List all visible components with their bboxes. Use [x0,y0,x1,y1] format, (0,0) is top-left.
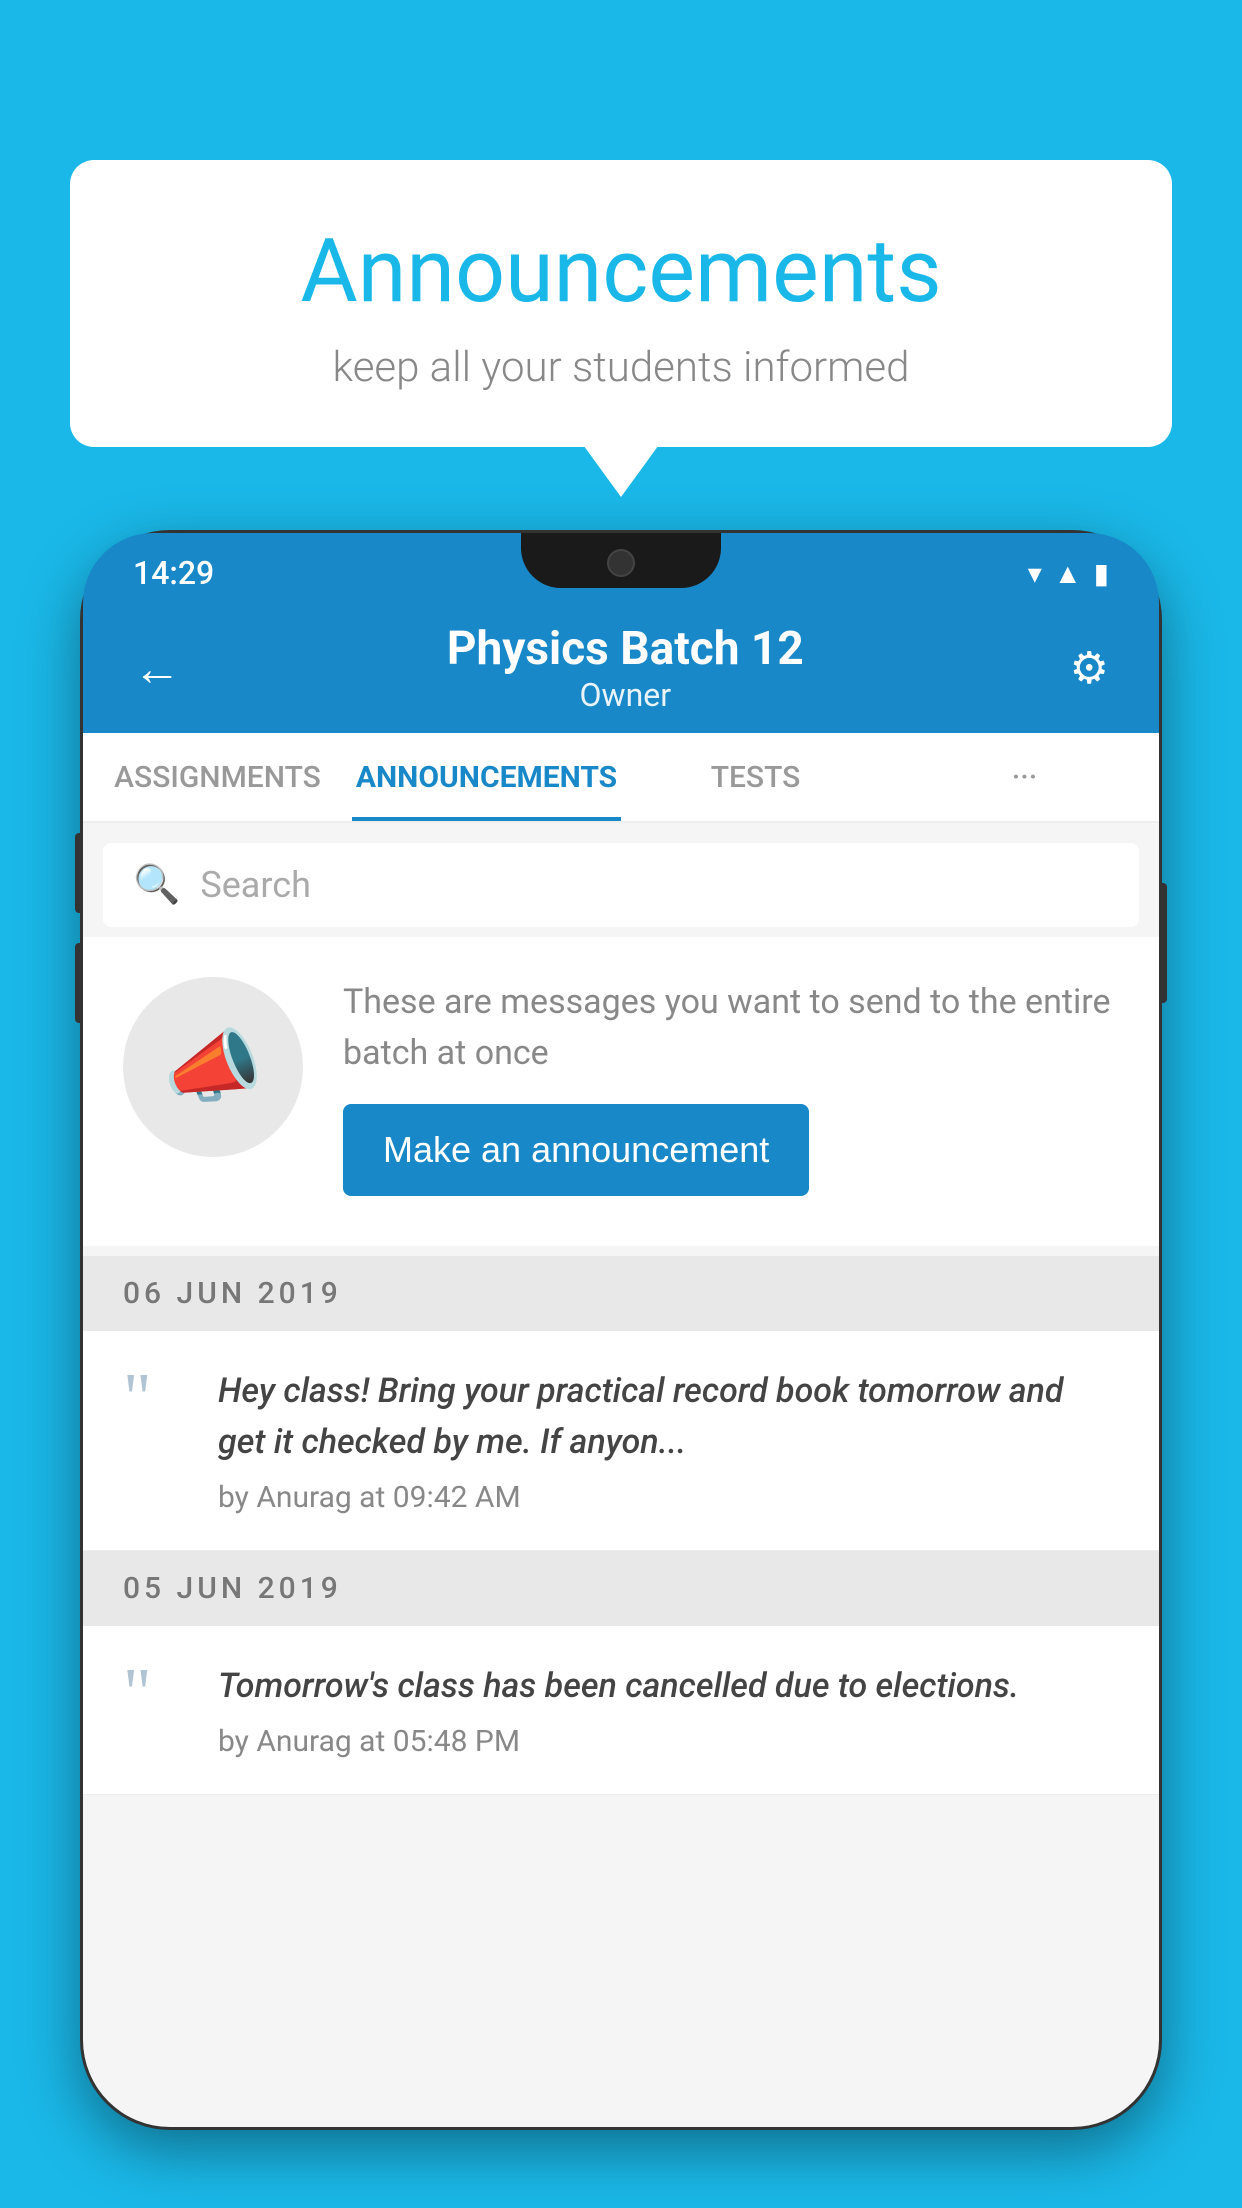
announcement-author-2: by Anurag at 05:48 PM [218,1724,1119,1759]
speech-bubble-section: Announcements keep all your students inf… [70,160,1172,447]
tab-tests[interactable]: TESTS [621,733,890,821]
search-placeholder: Search [200,864,311,906]
announcement-text-1: Hey class! Bring your practical record b… [218,1366,1119,1515]
speech-bubble-card: Announcements keep all your students inf… [70,160,1172,447]
app-bar-title-section: Physics Batch 12 Owner [181,622,1070,714]
search-bar[interactable]: 🔍 Search [103,843,1139,927]
content-area: 🔍 Search 📣 These are messages you want t… [83,823,1159,2127]
tab-assignments[interactable]: ASSIGNMENTS [83,733,352,821]
wifi-icon: ▾ [1028,557,1042,590]
quote-icon-2: " [123,1666,183,1722]
date-separator-2: 05 JUN 2019 [83,1551,1159,1626]
announcement-item-1[interactable]: " Hey class! Bring your practical record… [83,1331,1159,1551]
search-icon: 🔍 [133,863,180,907]
phone-mockup: 14:29 ▾ ▲ ▮ ← Physics Batch 12 Owner ⚙ A… [80,530,1162,2208]
phone-notch [521,533,721,588]
quote-icon-1: " [123,1371,183,1427]
announcement-prompt-right: These are messages you want to send to t… [343,977,1119,1196]
speech-bubble-title: Announcements [150,220,1092,323]
app-bar: ← Physics Batch 12 Owner ⚙ [83,603,1159,733]
volume-down-button [75,943,83,1023]
signal-icon: ▲ [1054,557,1082,590]
settings-button[interactable]: ⚙ [1070,642,1109,694]
tab-more[interactable]: ··· [890,733,1159,821]
back-button[interactable]: ← [133,640,181,697]
battery-icon: ▮ [1094,557,1109,590]
date-separator-1: 06 JUN 2019 [83,1256,1159,1331]
phone-frame: 14:29 ▾ ▲ ▮ ← Physics Batch 12 Owner ⚙ A… [80,530,1162,2130]
announcement-item-2[interactable]: " Tomorrow's class has been cancelled du… [83,1626,1159,1795]
announcement-text-2: Tomorrow's class has been cancelled due … [218,1661,1119,1759]
speech-bubble-subtitle: keep all your students informed [150,343,1092,392]
megaphone-icon: 📣 [163,1020,263,1114]
make-announcement-button[interactable]: Make an announcement [343,1104,809,1196]
app-bar-title: Physics Batch 12 [181,622,1070,676]
status-time: 14:29 [133,554,214,592]
power-button [1159,883,1167,1003]
front-camera [607,549,635,577]
app-bar-subtitle: Owner [181,676,1070,714]
volume-up-button [75,833,83,913]
announcement-message-1: Hey class! Bring your practical record b… [218,1366,1119,1468]
tab-announcements[interactable]: ANNOUNCEMENTS [352,733,621,821]
announcement-prompt-card: 📣 These are messages you want to send to… [83,937,1159,1246]
announcement-author-1: by Anurag at 09:42 AM [218,1480,1119,1515]
announcement-description: These are messages you want to send to t… [343,977,1119,1079]
tab-bar: ASSIGNMENTS ANNOUNCEMENTS TESTS ··· [83,733,1159,823]
status-icons: ▾ ▲ ▮ [1028,557,1109,590]
announcement-message-2: Tomorrow's class has been cancelled due … [218,1661,1119,1712]
announcement-icon-container: 📣 [123,977,303,1157]
